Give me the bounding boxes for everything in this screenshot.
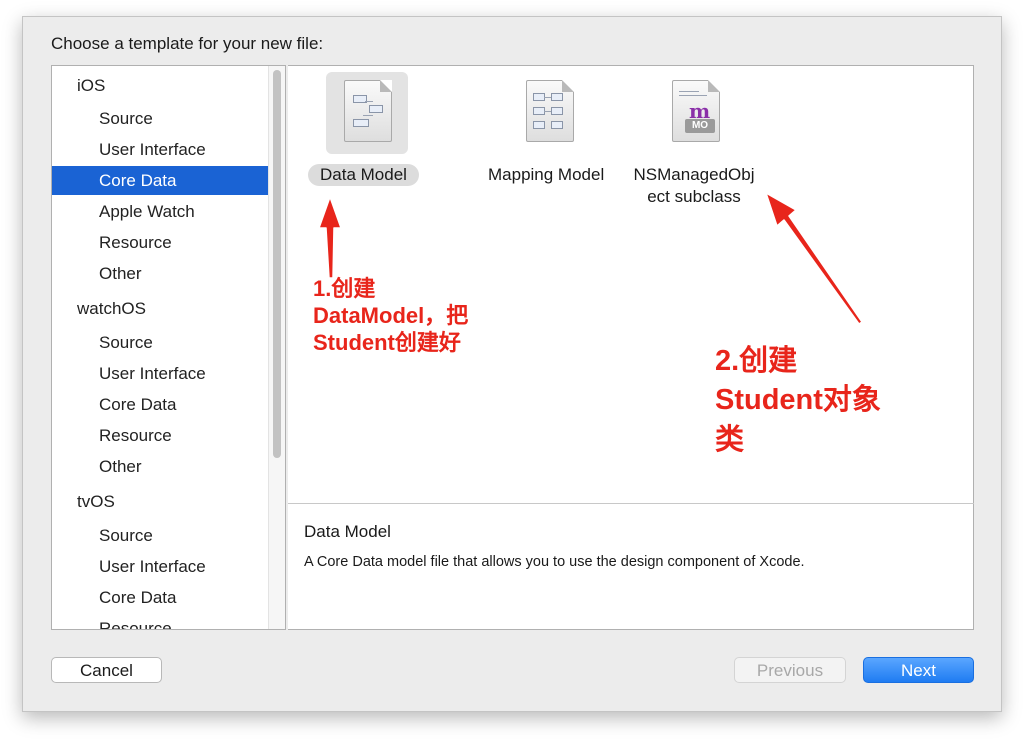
next-button[interactable]: Next (863, 657, 974, 683)
mapping-model-icon (508, 72, 590, 154)
sidebar-item-watchos-core-data[interactable]: Core Data (52, 390, 285, 419)
sidebar-item-tvos-core-data[interactable]: Core Data (52, 583, 285, 612)
sidebar-scroll-thumb[interactable] (273, 70, 281, 458)
annotation-step-1: 1.创建 DataModel，把 Student创建好 (313, 276, 469, 355)
sidebar-item-watchos-source[interactable]: Source (52, 328, 285, 357)
previous-button[interactable]: Previous (734, 657, 846, 683)
sidebar-item-watchos-user-interface[interactable]: User Interface (52, 359, 285, 388)
description-title: Data Model (304, 522, 391, 541)
sidebar-item-ios-resource[interactable]: Resource (52, 228, 285, 257)
sidebar-item-watchos-other[interactable]: Other (52, 452, 285, 481)
template-label-nsmanagedobject: NSManagedObj ect subclass (633, 165, 755, 206)
sidebar-item-tvos-user-interface[interactable]: User Interface (52, 552, 285, 581)
template-label-mapping-model: Mapping Model (488, 165, 605, 184)
sidebar-category-tvos: tvOS (77, 492, 115, 511)
dialog-prompt: Choose a template for your new file: (51, 34, 324, 53)
description-divider (288, 503, 974, 504)
template-label-data-model: Data Model (308, 164, 419, 186)
sidebar-item-tvos-resource[interactable]: Resource (52, 614, 285, 629)
platform-sidebar: iOS Source User Interface Core Data Appl… (51, 65, 286, 630)
sidebar-scrollbar[interactable] (268, 66, 285, 629)
description-text: A Core Data model file that allows you t… (304, 554, 805, 570)
cancel-button[interactable]: Cancel (51, 657, 162, 683)
sidebar-item-tvos-source[interactable]: Source (52, 521, 285, 550)
annotation-step-2: 2.创建 Student对象 类 (715, 345, 881, 456)
template-nsmanagedobject-subclass[interactable]: m MO NSManagedObj ect subclass (624, 72, 764, 206)
sidebar-item-ios-user-interface[interactable]: User Interface (52, 135, 285, 164)
sidebar-item-watchos-resource[interactable]: Resource (52, 421, 285, 450)
sidebar-item-ios-core-data[interactable]: Core Data (52, 166, 285, 195)
data-model-icon (326, 72, 408, 154)
sidebar-item-ios-other[interactable]: Other (52, 259, 285, 288)
managed-object-icon: m MO (654, 72, 736, 154)
sidebar-item-ios-apple-watch[interactable]: Apple Watch (52, 197, 285, 226)
template-data-model[interactable]: Data Model (308, 72, 438, 192)
sidebar-category-ios: iOS (77, 76, 106, 95)
template-mapping-model[interactable]: Mapping Model (464, 72, 634, 192)
sidebar-category-watchos: watchOS (77, 299, 146, 318)
sidebar-item-ios-source[interactable]: Source (52, 104, 285, 133)
